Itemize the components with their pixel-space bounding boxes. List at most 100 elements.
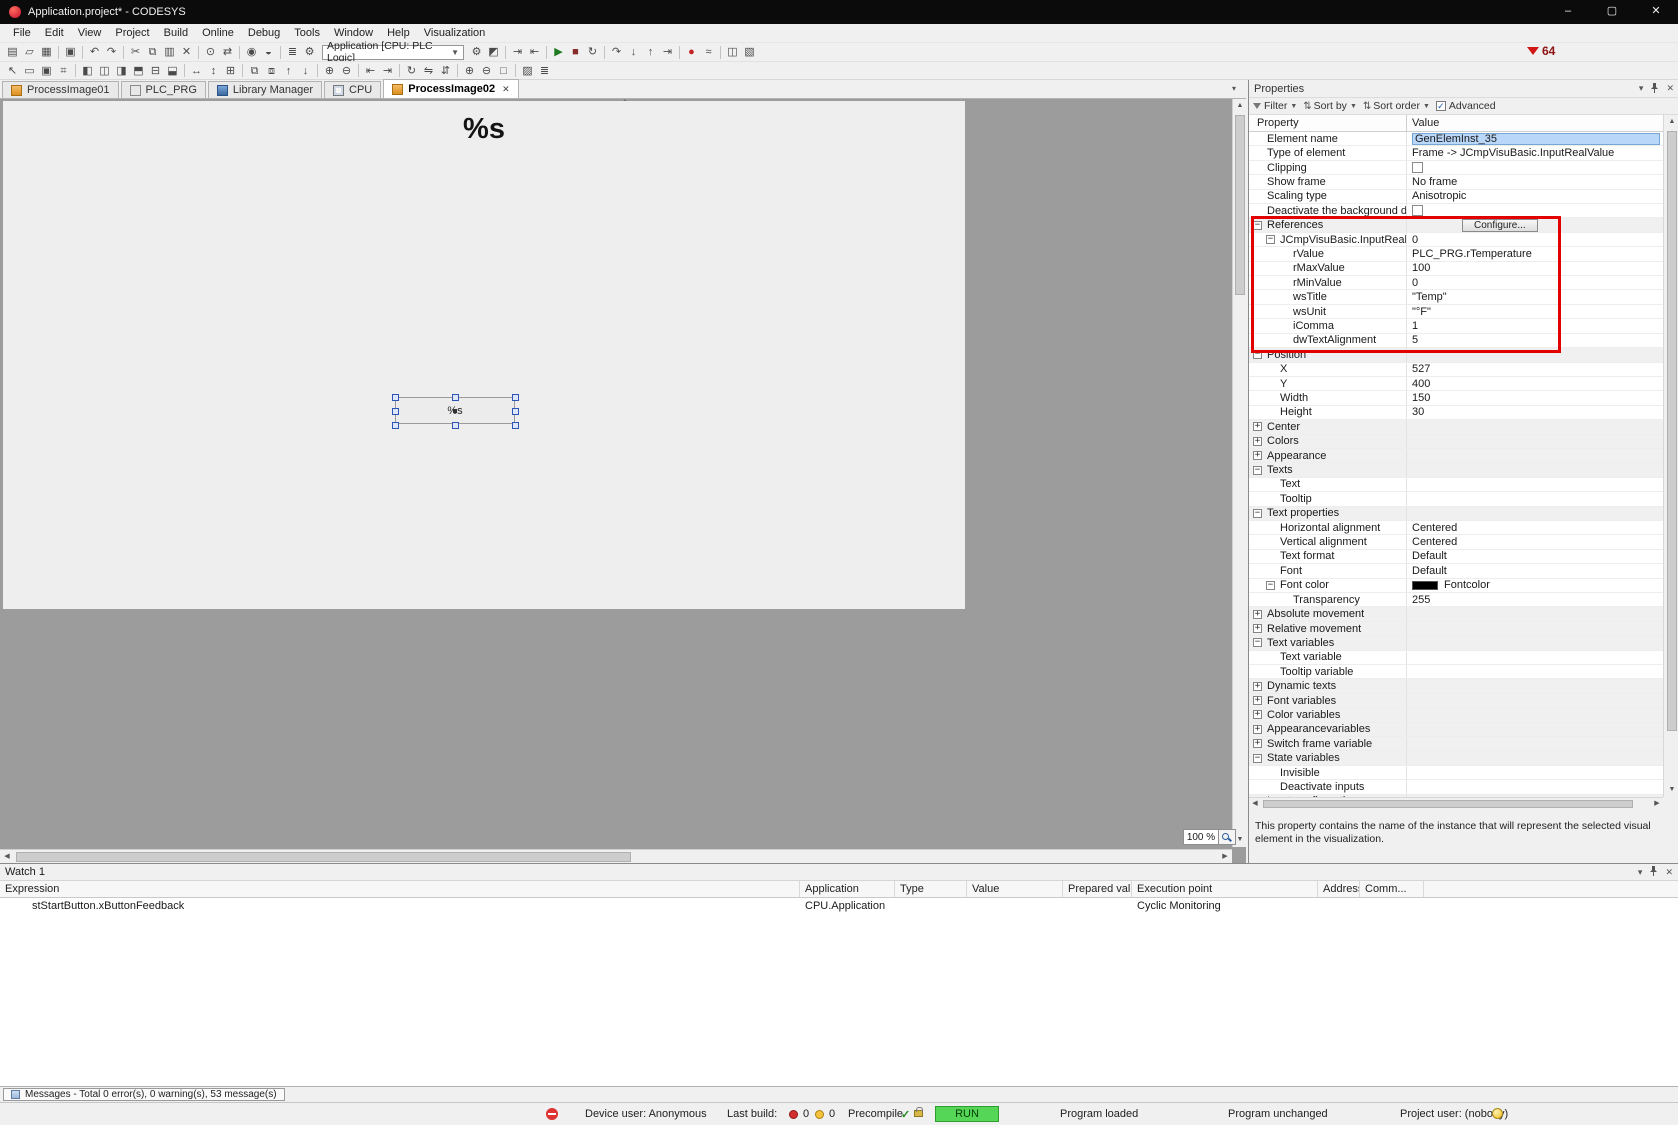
sort-order-button[interactable]: ⇅ Sort order ▼ — [1363, 100, 1430, 112]
selected-input-element[interactable]: %s — [395, 397, 515, 424]
expand-toggle-icon[interactable]: − — [1253, 350, 1262, 359]
paste-icon[interactable]: ▥ — [161, 44, 178, 60]
property-value[interactable]: 0 — [1407, 233, 1663, 246]
zoom-control[interactable]: 100 % — [1183, 829, 1236, 845]
scroll-right-icon[interactable]: ▶ — [1651, 798, 1663, 810]
expand-toggle-icon[interactable]: + — [1253, 696, 1262, 705]
tab-cpu[interactable]: CPU — [324, 81, 381, 98]
expand-toggle-icon[interactable]: − — [1253, 466, 1262, 475]
expand-toggle-icon[interactable]: − — [1253, 638, 1262, 647]
property-value[interactable]: 0 — [1407, 276, 1663, 289]
application-combo[interactable]: Application [CPU: PLC Logic] ▼ — [322, 45, 464, 60]
column-value[interactable]: Value — [1407, 115, 1663, 131]
filter-button[interactable]: Filter ▼ — [1253, 100, 1297, 112]
scroll-right-icon[interactable]: ▶ — [1218, 850, 1232, 863]
close-button[interactable]: ✕ — [1634, 0, 1678, 24]
new-project-icon[interactable]: ▤ — [4, 44, 21, 60]
align-right-icon[interactable]: ◨ — [113, 63, 130, 79]
property-value[interactable] — [1407, 622, 1663, 635]
property-value[interactable]: 1 — [1407, 319, 1663, 332]
align-top-icon[interactable]: ⬒ — [130, 63, 147, 79]
resize-handle-s[interactable] — [452, 422, 459, 429]
property-value[interactable] — [1407, 420, 1663, 433]
project-settings-icon[interactable]: ≣ — [284, 44, 301, 60]
property-row-references[interactable]: −ReferencesConfigure... — [1249, 218, 1663, 232]
zoom-reset-icon[interactable]: □ — [495, 63, 512, 79]
property-value[interactable]: Centered — [1407, 535, 1663, 548]
property-value[interactable]: Configure... — [1407, 218, 1663, 231]
property-row-deactivate-inputs[interactable]: Deactivate inputs — [1249, 780, 1663, 794]
zoom-out-icon[interactable]: ⊖ — [478, 63, 495, 79]
build-icon[interactable]: ⚙ — [468, 44, 485, 60]
property-value[interactable] — [1407, 723, 1663, 736]
watch-column-execution-point[interactable]: Execution point — [1132, 881, 1318, 897]
grid-settings-icon[interactable]: ⌗ — [55, 63, 72, 79]
expand-toggle-icon[interactable]: − — [1253, 221, 1262, 230]
resize-handle-sw[interactable] — [392, 422, 399, 429]
select-pointer-icon[interactable]: ↖ — [4, 63, 21, 79]
make-same-height-icon[interactable]: ↕ — [205, 63, 222, 79]
editor-horizontal-scrollbar[interactable]: ◀ ▶ — [0, 849, 1232, 863]
panel-menu-icon[interactable]: ▾ — [1638, 867, 1643, 878]
property-row-text-format[interactable]: Text formatDefault — [1249, 550, 1663, 564]
find-icon[interactable]: ⊙ — [202, 44, 219, 60]
send-to-back-icon[interactable]: ⧈ — [263, 63, 280, 79]
property-row-font[interactable]: FontDefault — [1249, 564, 1663, 578]
property-value[interactable] — [1407, 737, 1663, 750]
property-row-switch-frame-variable[interactable]: +Switch frame variable — [1249, 737, 1663, 751]
menu-online[interactable]: Online — [195, 27, 241, 39]
property-value[interactable] — [1407, 694, 1663, 707]
property-value[interactable] — [1407, 607, 1663, 620]
property-row-wsunit[interactable]: wsUnit"°F" — [1249, 305, 1663, 319]
watch-column-expression[interactable]: Expression — [0, 881, 800, 897]
flip-vertical-icon[interactable]: ⇵ — [437, 63, 454, 79]
expand-toggle-icon[interactable]: + — [1253, 437, 1262, 446]
property-row-rmaxvalue[interactable]: rMaxValue100 — [1249, 262, 1663, 276]
maximize-button[interactable]: ▢ — [1590, 0, 1634, 24]
scroll-thumb[interactable] — [1235, 115, 1245, 295]
property-value[interactable] — [1407, 492, 1663, 505]
expand-toggle-icon[interactable]: + — [1253, 710, 1262, 719]
online-config-icon[interactable]: ◩ — [485, 44, 502, 60]
property-value[interactable] — [1407, 204, 1663, 217]
property-row-invisible[interactable]: Invisible — [1249, 766, 1663, 780]
property-row-height[interactable]: Height30 — [1249, 406, 1663, 420]
watch-column-address[interactable]: Address — [1318, 881, 1360, 897]
magnifier-icon[interactable] — [1219, 829, 1236, 845]
pin-icon[interactable] — [1649, 866, 1658, 878]
align-bottom-icon[interactable]: ⬓ — [164, 63, 181, 79]
tab-close-icon[interactable]: ✕ — [502, 84, 510, 95]
align-center-horizontal-icon[interactable]: ◫ — [96, 63, 113, 79]
flip-horizontal-icon[interactable]: ⇋ — [420, 63, 437, 79]
property-row-horizontal-alignment[interactable]: Horizontal alignmentCentered — [1249, 521, 1663, 535]
resize-handle-ne[interactable] — [512, 394, 519, 401]
property-value[interactable]: No frame — [1407, 175, 1663, 188]
property-value[interactable] — [1407, 435, 1663, 448]
expand-toggle-icon[interactable]: + — [1253, 422, 1262, 431]
property-value[interactable] — [1407, 651, 1663, 664]
pin-icon[interactable] — [1650, 83, 1659, 95]
property-row-text-variable[interactable]: Text variable — [1249, 651, 1663, 665]
property-row-texts[interactable]: −Texts — [1249, 463, 1663, 477]
property-value[interactable]: 100 — [1407, 262, 1663, 275]
property-row-text-variables[interactable]: −Text variables — [1249, 636, 1663, 650]
menu-build[interactable]: Build — [157, 27, 195, 39]
zoom-in-icon[interactable]: ⊕ — [461, 63, 478, 79]
tab-overflow-icon[interactable]: ▾ — [1232, 84, 1236, 93]
menu-project[interactable]: Project — [108, 27, 156, 39]
property-row-vertical-alignment[interactable]: Vertical alignmentCentered — [1249, 535, 1663, 549]
property-value[interactable] — [1407, 463, 1663, 476]
property-row-state-variables[interactable]: −State variables — [1249, 751, 1663, 765]
menu-file[interactable]: File — [6, 27, 38, 39]
logout-icon[interactable]: ⇤ — [526, 44, 543, 60]
property-value[interactable] — [1407, 348, 1663, 361]
property-row-transparency[interactable]: Transparency255 — [1249, 593, 1663, 607]
property-row-dynamic-texts[interactable]: +Dynamic texts — [1249, 679, 1663, 693]
property-value[interactable]: Centered — [1407, 521, 1663, 534]
expand-toggle-icon[interactable]: − — [1253, 754, 1262, 763]
property-row-text[interactable]: Text — [1249, 478, 1663, 492]
property-row-colors[interactable]: +Colors — [1249, 435, 1663, 449]
property-row-position[interactable]: −Position — [1249, 348, 1663, 362]
property-row-type-of-element[interactable]: Type of elementFrame -> JCmpVisuBasic.In… — [1249, 146, 1663, 160]
menu-view[interactable]: View — [71, 27, 109, 39]
